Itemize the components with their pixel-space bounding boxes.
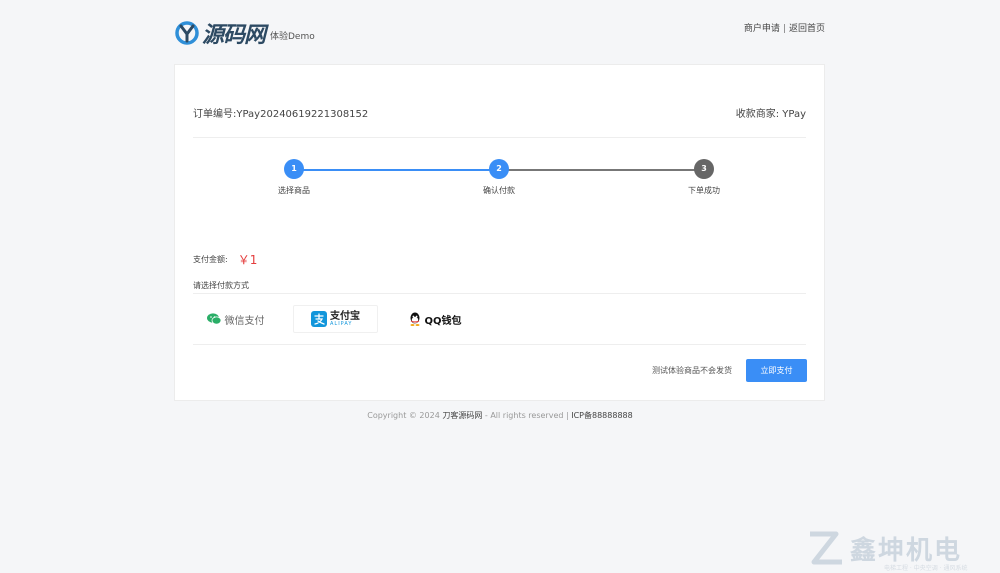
wechat-icon [206, 313, 221, 325]
step-order-success: 3 下单成功 [664, 159, 744, 196]
step-number: 3 [694, 159, 714, 179]
demo-subtitle: 体验Demo [270, 32, 315, 42]
order-number: 订单编号:YPay20240619221308152 [193, 109, 369, 120]
top-links: 商户申请 | 返回首页 [744, 21, 825, 34]
amount-value: ￥1 [237, 253, 258, 267]
icp-link[interactable]: ICP备88888888 [571, 411, 633, 420]
watermark-text: 鑫坤机电 [850, 535, 963, 566]
alipay-text: 支付宝 ALIPAY [330, 310, 360, 327]
corner-watermark: 鑫坤机电 电梯工程 · 中央空调 · 通风系统 [806, 528, 967, 572]
watermark-subtext: 电梯工程 · 中央空调 · 通风系统 [884, 565, 968, 572]
order-info-row: 订单编号:YPay20240619221308152 收款商家: YPay [193, 105, 806, 120]
step-confirm-payment: 2 确认付款 [459, 159, 539, 196]
merchant-name: 收款商家: YPay [735, 109, 806, 120]
step-label: 下单成功 [688, 186, 720, 195]
step-number: 2 [489, 159, 509, 179]
step-label: 选择商品 [278, 186, 310, 195]
footer-site-link[interactable]: 刀客源码网 [442, 411, 482, 420]
amount-row: 支付金额: ￥1 [193, 251, 257, 268]
pay-option-wechat[interactable]: 微信支付 [193, 305, 278, 333]
divider [193, 344, 806, 345]
page-footer: Copyright © 2024 刀客源码网 - All rights rese… [0, 410, 1000, 421]
copyright-text: Copyright © 2024 [367, 411, 440, 420]
logo-icon [175, 21, 199, 45]
step-select-product: 1 选择商品 [254, 159, 334, 196]
divider [193, 293, 806, 294]
logo-text: 源码网 [202, 22, 266, 48]
test-product-note: 测试体验商品不会发货 [652, 366, 732, 375]
step-number: 1 [284, 159, 304, 179]
pay-option-label: QQ钱包 [424, 315, 462, 327]
qq-icon [410, 312, 420, 326]
step-label: 确认付款 [483, 186, 515, 195]
progress-steps: 1 选择商品 2 确认付款 3 下单成功 [193, 159, 806, 199]
pay-option-label: 支付宝 [330, 310, 360, 322]
site-logo[interactable]: 源码网 [174, 18, 266, 48]
divider [193, 137, 806, 138]
pay-now-button[interactable]: 立即支付 [746, 359, 807, 382]
amount-label: 支付金额: [193, 255, 228, 264]
page-header: 源码网 体验Demo 商户申请 | 返回首页 [174, 18, 825, 50]
link-separator: | [782, 24, 786, 34]
pay-option-qq[interactable]: QQ钱包 [393, 305, 478, 333]
alipay-icon [311, 311, 327, 327]
merchant-apply-link[interactable]: 商户申请 [744, 24, 780, 34]
watermark-logo-icon [810, 531, 842, 565]
rights-text: - All rights reserved | [484, 411, 569, 420]
payment-method-label: 请选择付款方式 [193, 281, 249, 290]
alipay-sub-label: ALIPAY [330, 320, 353, 327]
back-home-link[interactable]: 返回首页 [789, 24, 825, 34]
pay-option-label: 微信支付 [224, 315, 265, 327]
checkout-card: 订单编号:YPay20240619221308152 收款商家: YPay 1 … [174, 64, 825, 401]
pay-option-alipay[interactable]: 支付宝 ALIPAY [293, 305, 378, 333]
